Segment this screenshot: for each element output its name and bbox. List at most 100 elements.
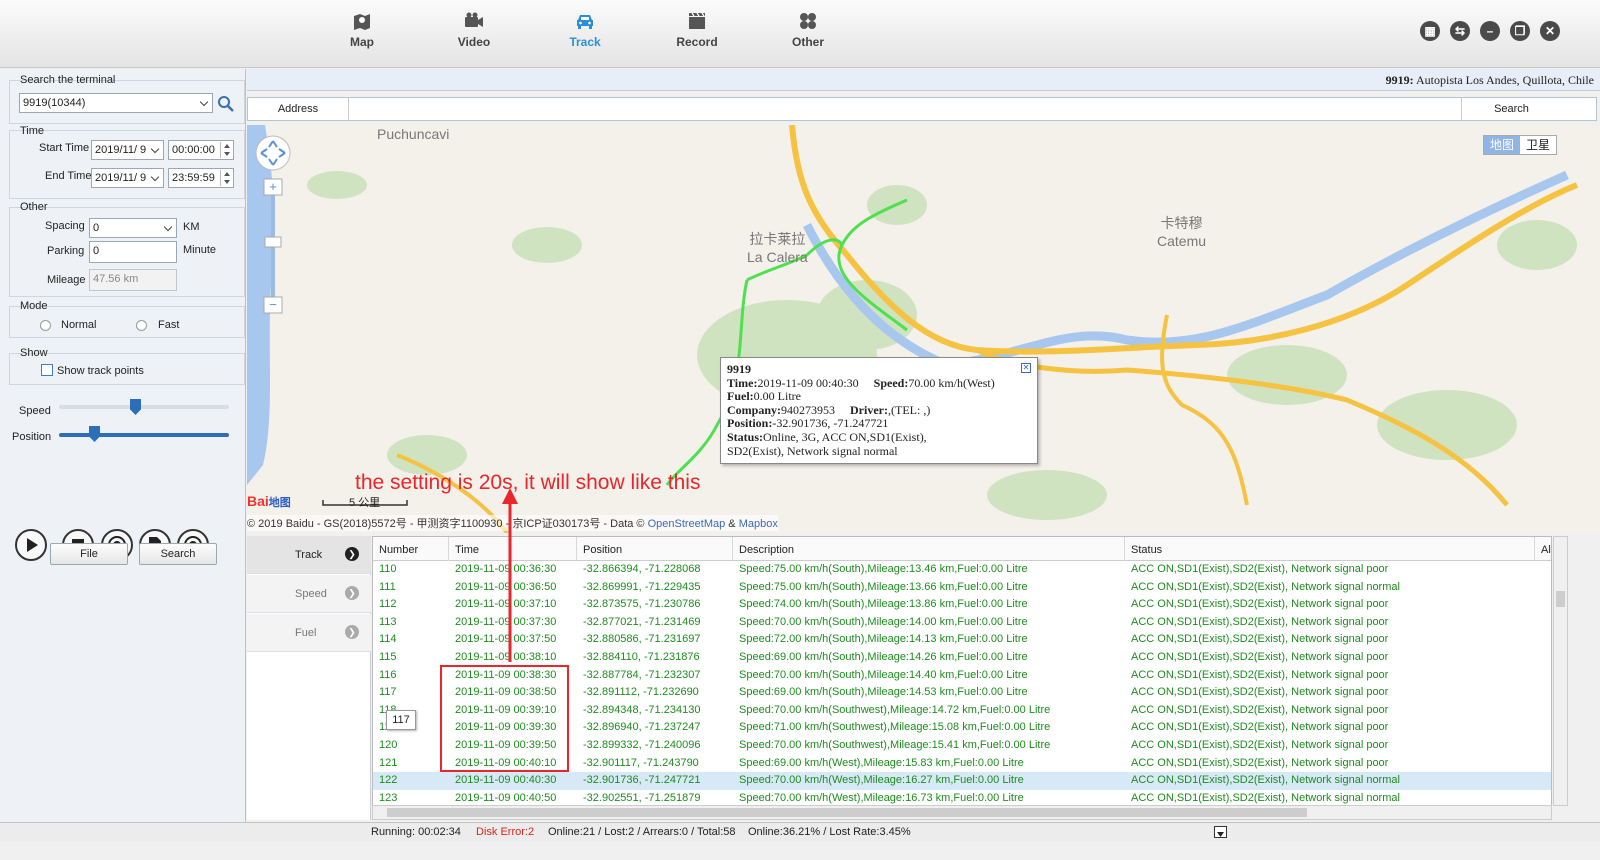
search-icon[interactable] [217,95,235,113]
cell-number: 123 [379,791,398,804]
speed-slider[interactable] [59,405,229,409]
speed-slider-thumb[interactable] [130,399,141,415]
show-track-points-checkbox[interactable] [41,364,53,376]
status-running: Running: 00:02:34 [371,826,461,838]
chart-tabs: Track ❯ Speed ❯ Fuel ❯ [247,536,371,820]
parking-input[interactable]: 0 [89,241,177,263]
switch-button[interactable]: ⇆ [1450,21,1470,41]
cell-number: 110 [379,563,397,575]
cell-description: Speed:75.00 km/h(South),Mileage:13.66 km… [739,580,1028,593]
tab-track[interactable]: Track ❯ [247,536,371,574]
cell-time: 2019-11-09 00:40:50 [455,791,557,804]
vehicle-info-popup: ✕ 9919 Time:2019-11-09 00:40:30 Speed:70… [720,357,1038,464]
cell-number: 115 [379,651,397,663]
col-position[interactable]: Position [577,537,733,561]
table-row[interactable]: 122 2019-11-09 00:40:30 -32.901736, -71.24… [373,772,1551,790]
map-scale-label: 5 公里 [349,497,381,509]
table-row[interactable]: 110 2019-11-09 00:36:30 -32.866394, -71.22… [373,561,1551,579]
col-number[interactable]: Number [373,537,449,561]
nav-record[interactable]: Record [657,10,737,49]
col-alarm[interactable]: Al [1535,537,1551,561]
table-row[interactable]: 113 2019-11-09 00:37:30 -32.877021, -71.23… [373,614,1551,632]
nav-other[interactable]: Other [768,10,848,49]
cell-position: -32.873575, -71.230786 [583,598,701,611]
nav-map[interactable]: Map [322,10,402,49]
minimize-button[interactable]: – [1480,21,1500,41]
terminal-select[interactable]: 9919(10344) [19,93,213,113]
grid-icon [800,13,816,29]
vertical-scroll-thumb[interactable] [1556,591,1565,607]
apps-button[interactable]: ▦ [1420,21,1440,41]
cell-status: ACC ON,SD1(Exist),SD2(Exist), Network si… [1131,615,1389,628]
popup-status-label: Status: [727,429,764,444]
nav-track[interactable]: Track [545,10,625,49]
status-online-rate: Online:36.21% / Lost Rate:3.45% [748,826,911,838]
close-button[interactable]: ✕ [1540,21,1560,41]
top-navigation-bar: Map Video Track Record Other ▦ ⇆ – ❐ ✕ [0,0,1600,68]
col-description[interactable]: Description [733,537,1125,561]
cell-time: 2019-11-09 00:40:30 [455,774,557,787]
table-row[interactable]: 123 2019-11-09 00:40:50 -32.902551, -71.25… [373,790,1551,805]
baidu-logo: Bai地图 [247,493,291,510]
annotation-arrow [502,488,518,662]
play-button[interactable] [15,529,47,561]
caret-down-icon [1217,832,1224,837]
table-header: Number Time Position Description Status … [373,537,1551,561]
mode-normal-radio[interactable] [40,320,51,331]
table-row[interactable]: 114 2019-11-09 00:37:50 -32.880586, -71.23… [373,631,1551,649]
cell-position: -32.891112, -71.232690 [583,686,699,699]
annotation-highlight-box [440,665,569,772]
start-time-spinner[interactable] [220,142,232,158]
start-date-input[interactable]: 2019/11/ 9 [91,140,164,160]
tab-fuel[interactable]: Fuel ❯ [247,614,371,652]
horizontal-scroll-thumb[interactable] [387,808,1307,817]
openstreetmap-link[interactable]: OpenStreetMap [648,518,726,530]
place-la-calera-cn: 拉卡莱拉 [749,231,806,247]
start-time-input[interactable]: 00:00:00 [168,140,234,160]
file-button[interactable]: File [50,543,128,565]
table-row[interactable]: 112 2019-11-09 00:37:10 -32.873575, -71.23… [373,596,1551,614]
cell-description: Speed:70.00 km/h(West),Mileage:16.73 km,… [739,791,1024,804]
restore-button[interactable]: ❐ [1510,21,1530,41]
table-row[interactable]: 111 2019-11-09 00:36:50 -32.869991, -71.22… [373,579,1551,597]
address-input[interactable] [350,98,1460,120]
table-horizontal-scrollbar[interactable] [372,805,1552,820]
place-la-calera: 拉卡莱拉 La Calera [747,230,808,266]
cell-position: -32.896940, -71.237247 [583,721,701,734]
film-clapper-icon [689,12,705,29]
popup-close-icon[interactable]: ✕ [1021,363,1031,373]
cell-description: Speed:74.00 km/h(South),Mileage:13.86 km… [739,598,1028,611]
spacing-select[interactable]: 0 [89,218,177,238]
table-row[interactable]: 115 2019-11-09 00:38:10 -32.884110, -71.23… [373,649,1551,667]
time-label: Time [20,125,45,137]
table-vertical-scrollbar[interactable] [1553,536,1568,806]
col-status[interactable]: Status [1125,537,1535,561]
cell-status: ACC ON,SD1(Exist),SD2(Exist), Network si… [1131,686,1389,699]
nav-video-label: Video [457,35,491,49]
mapbox-link[interactable]: Mapbox [739,518,778,530]
tab-speed[interactable]: Speed ❯ [247,575,371,613]
nav-track-label: Track [569,35,601,49]
map-type-satellite[interactable]: 卫星 [1520,136,1556,154]
map-type-map[interactable]: 地图 [1484,136,1521,154]
position-slider[interactable] [59,433,229,437]
status-disk-error: Disk Error:2 [476,826,535,838]
end-time-spinner[interactable] [220,170,232,186]
place-puchuncavi: Puchuncavi [377,125,449,143]
search-button[interactable]: Search [139,543,217,565]
mode-fast-radio[interactable] [136,320,147,331]
baidu-logo-map: 地图 [268,497,291,509]
show-track-points-label: Show track points [57,365,144,377]
address-search-button[interactable]: Search [1461,98,1561,120]
cell-description: Speed:70.00 km/h(Southwest),Mileage:15.4… [739,739,1051,751]
end-time-input[interactable]: 23:59:59 [168,168,234,188]
cell-position: -32.899332, -71.240096 [583,739,701,751]
mode-fast-label: Fast [158,319,180,331]
zoom-level-handle[interactable] [264,236,282,248]
start-date-value: 2019/11/ 9 [95,144,147,156]
position-slider-thumb[interactable] [89,426,100,442]
end-date-input[interactable]: 2019/11/ 9 [91,168,164,188]
status-dropdown-button[interactable] [1214,826,1227,838]
popup-fuel-value: 0.00 Litre [753,389,801,404]
nav-video[interactable]: Video [434,10,514,49]
